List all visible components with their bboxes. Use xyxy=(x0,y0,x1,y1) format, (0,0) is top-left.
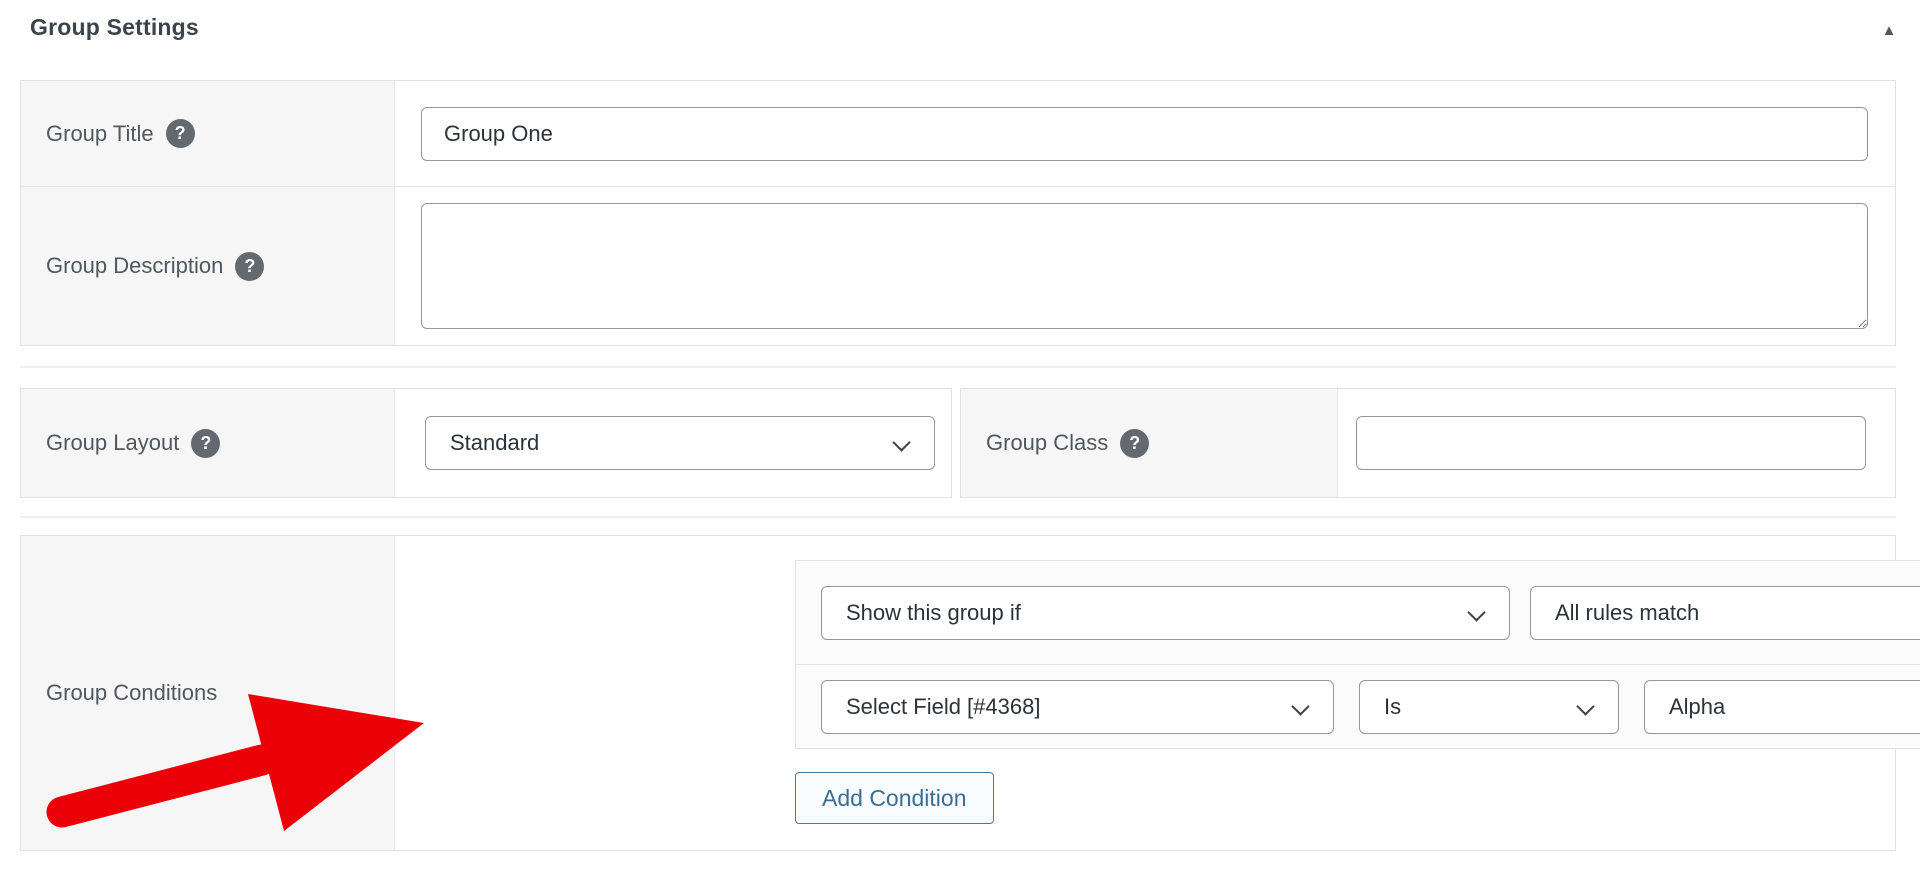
condition-field-select[interactable]: Select Field [#4368] xyxy=(821,679,1334,734)
group-class-row: Group Class ? xyxy=(961,389,1895,497)
group-class-content-cell xyxy=(1338,389,1895,497)
help-icon[interactable]: ? xyxy=(235,251,265,281)
settings-table-class: Group Class ? xyxy=(960,388,1896,498)
settings-table-main: Group Title ? Group Description ? xyxy=(20,80,1896,346)
group-description-textarea[interactable] xyxy=(421,203,1868,329)
group-description-row: Group Description ? xyxy=(21,186,1895,345)
condition-logic-select-value: Show this group if xyxy=(846,599,1021,625)
group-title-content-cell xyxy=(395,81,1895,186)
page-title: Group Settings xyxy=(30,14,199,40)
condition-value-select-value: Alpha xyxy=(1669,693,1726,719)
group-layout-label: Group Layout xyxy=(46,430,180,455)
condition-value-select[interactable]: Alpha xyxy=(1644,679,1920,734)
group-description-label: Group Description xyxy=(46,253,224,278)
group-conditions-label-cell: Group Conditions xyxy=(21,536,395,850)
group-layout-select[interactable]: Standard xyxy=(425,416,935,470)
collapse-toggle-icon[interactable]: ▲ xyxy=(1874,18,1904,44)
panel-header: Group Settings ▲ xyxy=(0,0,1920,56)
group-conditions-row: Group Conditions Show this group if All … xyxy=(21,536,1920,850)
group-description-label-cell: Group Description ? xyxy=(21,187,395,345)
section-separator xyxy=(20,516,1896,518)
group-class-label-cell: Group Class ? xyxy=(961,389,1338,497)
chevron-down-icon xyxy=(1467,602,1486,622)
condition-operator-select-value: Is xyxy=(1384,693,1402,719)
condition-match-select[interactable]: All rules match xyxy=(1530,585,1920,640)
condition-field-select-value: Select Field [#4368] xyxy=(846,693,1041,719)
condition-rule-row: Select Field [#4368] Is Alpha xyxy=(796,664,1920,748)
group-title-label: Group Title xyxy=(46,120,154,146)
group-class-input[interactable] xyxy=(1356,416,1866,470)
help-icon[interactable]: ? xyxy=(1120,428,1150,458)
chevron-down-icon xyxy=(1576,696,1595,716)
group-conditions-label: Group Conditions xyxy=(46,680,218,705)
condition-logic-row: Show this group if All rules match xyxy=(796,561,1920,664)
group-layout-select-value: Standard xyxy=(450,430,540,455)
chevron-down-icon xyxy=(892,433,911,452)
section-separator xyxy=(20,366,1896,368)
settings-table-conditions: Group Conditions Show this group if All … xyxy=(20,535,1920,851)
group-class-label: Group Class xyxy=(986,430,1109,455)
help-icon[interactable]: ? xyxy=(165,119,195,148)
chevron-down-icon xyxy=(1291,696,1310,716)
add-condition-button[interactable]: Add Condition xyxy=(795,772,994,824)
group-description-content-cell xyxy=(395,187,1895,345)
group-conditions-content-cell: Show this group if All rules match Selec… xyxy=(395,536,1920,850)
group-title-row: Group Title ? xyxy=(21,81,1895,186)
condition-operator-select[interactable]: Is xyxy=(1359,679,1619,734)
settings-table-layout: Group Layout ? Standard xyxy=(20,388,952,498)
group-title-label-cell: Group Title ? xyxy=(21,81,395,186)
help-icon[interactable]: ? xyxy=(191,428,221,458)
condition-logic-select[interactable]: Show this group if xyxy=(821,585,1510,640)
group-layout-content-cell: Standard xyxy=(395,389,957,497)
condition-match-select-value: All rules match xyxy=(1555,599,1700,625)
group-layout-row: Group Layout ? Standard xyxy=(21,389,951,497)
condition-builder: Show this group if All rules match Selec… xyxy=(795,560,1920,749)
group-layout-label-cell: Group Layout ? xyxy=(21,389,395,497)
group-title-input[interactable] xyxy=(421,106,1868,161)
